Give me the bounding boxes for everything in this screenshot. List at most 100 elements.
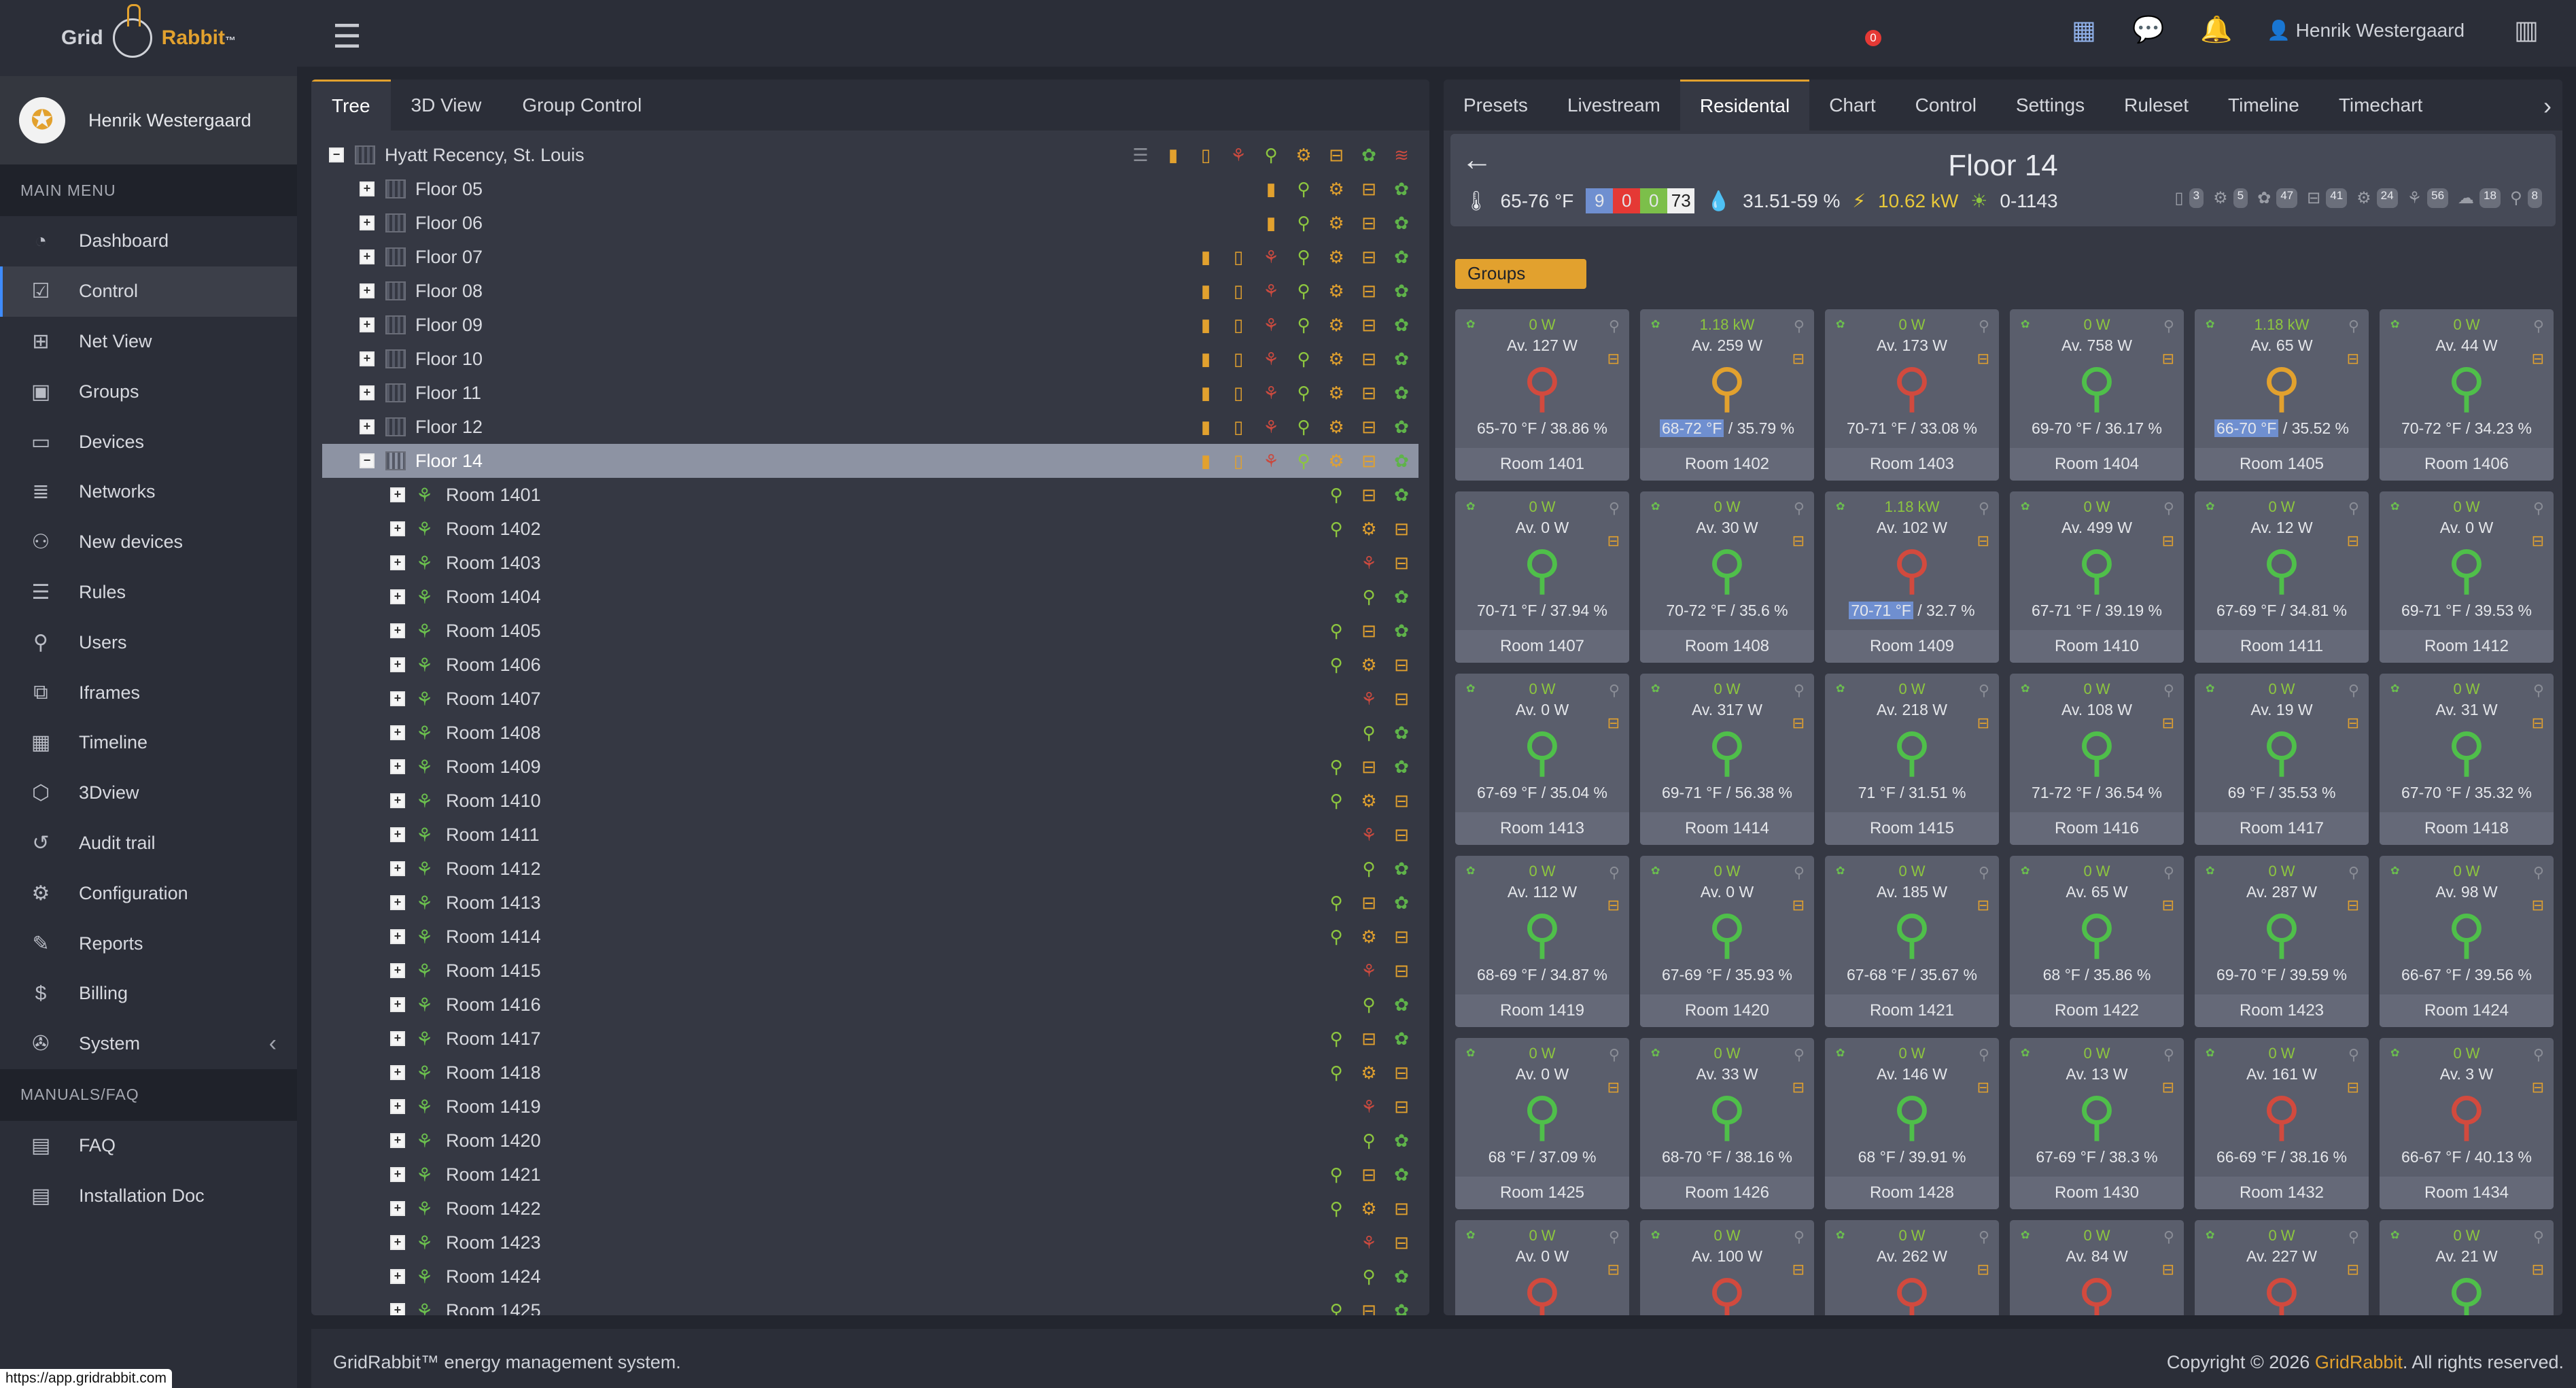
- room-card[interactable]: ✿ ⚲ ⊟ 0 W Av. 84 W ⚲: [2010, 1220, 2184, 1315]
- expand-icon[interactable]: +: [390, 487, 405, 502]
- sidebar-item-networks[interactable]: ≣ Networks: [0, 467, 297, 517]
- tree-room[interactable]: + ⚘ Room 1412 ⚲ ✿: [322, 852, 1418, 886]
- expand-icon[interactable]: +: [390, 861, 405, 876]
- tab-livestream[interactable]: Livestream: [1548, 80, 1680, 131]
- expand-icon[interactable]: +: [390, 1099, 405, 1114]
- sidebar-item-billing[interactable]: $ Billing: [0, 969, 297, 1019]
- room-card[interactable]: ✿ ⚲ ⊟ 0 W Av. 33 W ⚲ 68-70 °F / 38.16 % Room 14…: [1640, 1038, 1814, 1209]
- room-card[interactable]: ✿ ⚲ ⊟ 0 W Av. 0 W ⚲ 67-69 °F / 35.04 % Room 141…: [1455, 674, 1629, 845]
- tree-room[interactable]: + ⚘ Room 1417 ⚲ ⊟ ✿: [322, 1022, 1418, 1056]
- room-card[interactable]: ✿ ⚲ ⊟ 0 W Av. 146 W ⚲ 68 °F / 39.91 % Room 1428: [1825, 1038, 1999, 1209]
- room-card[interactable]: ✿ ⚲ ⊟ 0 W Av. 112 W ⚲ 68-69 °F / 34.87 % Room 1…: [1455, 856, 1629, 1027]
- room-card[interactable]: ✿ ⚲ ⊟ 0 W Av. 44 W ⚲ 70-72 °F / 34.23 % Room 14…: [2380, 309, 2554, 481]
- room-card[interactable]: ✿ ⚲ ⊟ 0 W Av. 127 W ⚲ 65-70 °F / 38.86 % Room 1…: [1455, 309, 1629, 481]
- menu-toggle-icon[interactable]: ☰: [332, 18, 362, 56]
- sidebar-item-timeline[interactable]: ▦ Timeline: [0, 718, 297, 768]
- room-card[interactable]: ✿ ⚲ ⊟ 0 W Av. 499 W ⚲ 67-71 °F / 39.19 % Room 1…: [2010, 491, 2184, 663]
- room-card[interactable]: ✿ ⚲ ⊟ 0 W Av. 0 W ⚲ 70-71 °F / 37.94 % Room 140…: [1455, 491, 1629, 663]
- expand-icon[interactable]: +: [390, 929, 405, 944]
- tree-floor[interactable]: + Floor 09 ▮ ▯ ⚘ ⚲ ⚙ ⊟ ✿: [322, 308, 1418, 342]
- expand-icon[interactable]: +: [390, 793, 405, 808]
- expand-icon[interactable]: +: [390, 1235, 405, 1250]
- room-card[interactable]: ✿ ⚲ ⊟ 0 W Av. 100 W ⚲: [1640, 1220, 1814, 1315]
- qr-icon[interactable]: ▦: [2072, 15, 2096, 46]
- tree-room[interactable]: + ⚘ Room 1418 ⚲ ⚙ ⊟: [322, 1056, 1418, 1090]
- tree-room[interactable]: + ⚘ Room 1421 ⚲ ⊟ ✿: [322, 1158, 1418, 1192]
- room-card[interactable]: ✿ ⚲ ⊟ 0 W Av. 98 W ⚲ 66-67 °F / 39.56 % Room 14…: [2380, 856, 2554, 1027]
- expand-icon[interactable]: +: [390, 623, 405, 638]
- tab-timeline[interactable]: Timeline: [2208, 80, 2319, 131]
- logo[interactable]: Grid Rabbit™: [0, 0, 297, 76]
- tree-room[interactable]: + ⚘ Room 1405 ⚲ ⊟ ✿: [322, 614, 1418, 648]
- room-card[interactable]: ✿ ⚲ ⊟ 0 W Av. 31 W ⚲ 67-70 °F / 35.32 % Room 14…: [2380, 674, 2554, 845]
- tree-floor[interactable]: + Floor 11 ▮ ▯ ⚘ ⚲ ⚙ ⊟ ✿: [322, 376, 1418, 410]
- tree-room[interactable]: + ⚘ Room 1411 ⚘ ⊟: [322, 818, 1418, 852]
- tab-3d-view[interactable]: 3D View: [391, 80, 502, 131]
- sidebar-item-system[interactable]: ✇ System ‹: [0, 1019, 297, 1069]
- expand-icon[interactable]: +: [390, 895, 405, 910]
- tree-room[interactable]: + ⚘ Room 1425 ⚲ ⊟ ✿: [322, 1294, 1418, 1315]
- room-card[interactable]: ✿ ⚲ ⊟ 0 W Av. 173 W ⚲ 70-71 °F / 33.08 % Room 1…: [1825, 309, 1999, 481]
- expand-icon[interactable]: +: [390, 1269, 405, 1284]
- manual-item-installation-doc[interactable]: ▤ Installation Doc: [0, 1170, 297, 1221]
- room-card[interactable]: ✿ ⚲ ⊟ 0 W Av. 185 W ⚲ 67-68 °F / 35.67 % Room 1…: [1825, 856, 1999, 1027]
- expand-icon[interactable]: +: [390, 1031, 405, 1046]
- expand-icon[interactable]: +: [390, 997, 405, 1012]
- tree-root[interactable]: − Hyatt Recency, St. Louis ☰ ▮ ▯ ⚘ ⚲ ⚙ ⊟ ✿ ≋: [322, 138, 1418, 172]
- tree-room[interactable]: + ⚘ Room 1422 ⚲ ⚙ ⊟: [322, 1192, 1418, 1226]
- sidebar-item-configuration[interactable]: ⚙ Configuration: [0, 868, 297, 918]
- tree-room[interactable]: + ⚘ Room 1420 ⚲ ✿: [322, 1124, 1418, 1158]
- collapse-icon[interactable]: −: [360, 453, 375, 468]
- expand-icon[interactable]: +: [360, 215, 375, 230]
- expand-icon[interactable]: +: [390, 1201, 405, 1216]
- tree-room[interactable]: + ⚘ Room 1407 ⚘ ⊟: [322, 682, 1418, 716]
- sidebar-item-net-view[interactable]: ⊞ Net View: [0, 317, 297, 367]
- expand-icon[interactable]: +: [390, 759, 405, 774]
- room-card[interactable]: ✿ ⚲ ⊟ 0 W Av. 218 W ⚲ 71 °F / 31.51 % Room 1415: [1825, 674, 1999, 845]
- room-card[interactable]: ✿ ⚲ ⊟ 1.18 kW Av. 259 W ⚲ 68-72 °F / 35.79 % Ro…: [1640, 309, 1814, 481]
- bell-icon[interactable]: 🔔: [2200, 15, 2232, 45]
- expand-icon[interactable]: +: [390, 691, 405, 706]
- sidebar-item-rules[interactable]: ☰ Rules: [0, 568, 297, 618]
- room-card[interactable]: ✿ ⚲ ⊟ 0 W Av. 0 W ⚲: [1455, 1220, 1629, 1315]
- tree-room[interactable]: + ⚘ Room 1404 ⚲ ✿: [322, 580, 1418, 614]
- sidebar-item-new-devices[interactable]: ⚇ New devices: [0, 517, 297, 568]
- tab-residental[interactable]: Residental: [1679, 80, 1810, 131]
- tree-room[interactable]: + ⚘ Room 1415 ⚘ ⊟: [322, 954, 1418, 988]
- tree-floor[interactable]: + Floor 05 ▮ ⚲ ⚙ ⊟ ✿: [322, 172, 1418, 206]
- room-card[interactable]: ✿ ⚲ ⊟ 0 W Av. 30 W ⚲ 70-72 °F / 35.6 % Room 140…: [1640, 491, 1814, 663]
- sidebar-item-3dview[interactable]: ⬡ 3Dview: [0, 768, 297, 818]
- tab-ruleset[interactable]: Ruleset: [2104, 80, 2208, 131]
- tab-control[interactable]: Control: [1896, 80, 1996, 131]
- sidebar-item-control[interactable]: ☑ Control: [0, 266, 297, 317]
- chat-icon[interactable]: 💬: [2132, 15, 2164, 45]
- room-card[interactable]: ✿ ⚲ ⊟ 0 W Av. 108 W ⚲ 71-72 °F / 36.54 % Room 1…: [2010, 674, 2184, 845]
- tree-room[interactable]: + ⚘ Room 1410 ⚲ ⚙ ⊟: [322, 784, 1418, 818]
- tree-room[interactable]: + ⚘ Room 1406 ⚲ ⚙ ⊟: [322, 648, 1418, 682]
- tree-room[interactable]: + ⚘ Room 1416 ⚲ ✿: [322, 988, 1418, 1022]
- room-card[interactable]: ✿ ⚲ ⊟ 0 W Av. 0 W ⚲ 69-71 °F / 39.53 % Room 141…: [2380, 491, 2554, 663]
- room-card[interactable]: ✿ ⚲ ⊟ 0 W Av. 65 W ⚲ 68 °F / 35.86 % Room 1422: [2010, 856, 2184, 1027]
- tree-room[interactable]: + ⚘ Room 1401 ⚲ ⊟ ✿: [322, 478, 1418, 512]
- chevron-left-icon[interactable]: ‹: [269, 1030, 277, 1057]
- room-card[interactable]: ✿ ⚲ ⊟ 1.18 kW Av. 102 W ⚲ 70-71 °F / 32.7 % Roo…: [1825, 491, 1999, 663]
- tab-tree[interactable]: Tree: [311, 80, 391, 131]
- expand-icon[interactable]: +: [390, 521, 405, 536]
- tree-room[interactable]: + ⚘ Room 1402 ⚲ ⚙ ⊟: [322, 512, 1418, 546]
- tree-room[interactable]: + ⚘ Room 1424 ⚲ ✿: [322, 1260, 1418, 1294]
- tree-floor[interactable]: + Floor 06 ▮ ⚲ ⚙ ⊟ ✿: [322, 206, 1418, 240]
- room-card[interactable]: ✿ ⚲ ⊟ 0 W Av. 262 W ⚲: [1825, 1220, 1999, 1315]
- tree-room[interactable]: + ⚘ Room 1413 ⚲ ⊟ ✿: [322, 886, 1418, 920]
- tab-presets[interactable]: Presets: [1444, 80, 1548, 131]
- tree-floor[interactable]: + Floor 07 ▮ ▯ ⚘ ⚲ ⚙ ⊟ ✿: [322, 240, 1418, 274]
- expand-icon[interactable]: +: [390, 1133, 405, 1148]
- sidebar-item-reports[interactable]: ✎ Reports: [0, 918, 297, 969]
- room-card[interactable]: ✿ ⚲ ⊟ 0 W Av. 19 W ⚲ 69 °F / 35.53 % Room 1417: [2195, 674, 2369, 845]
- chevron-right-icon[interactable]: ›: [2543, 92, 2552, 120]
- sidebar-item-users[interactable]: ⚲ Users: [0, 617, 297, 667]
- expand-icon[interactable]: +: [360, 419, 375, 434]
- user-card[interactable]: ✪ Henrik Westergaard: [0, 76, 297, 164]
- room-card[interactable]: ✿ ⚲ ⊟ 0 W Av. 161 W ⚲ 66-69 °F / 38.16 % Room 1…: [2195, 1038, 2369, 1209]
- room-card[interactable]: ✿ ⚲ ⊟ 0 W Av. 12 W ⚲ 67-69 °F / 34.81 % Room 14…: [2195, 491, 2369, 663]
- expand-icon[interactable]: +: [360, 249, 375, 264]
